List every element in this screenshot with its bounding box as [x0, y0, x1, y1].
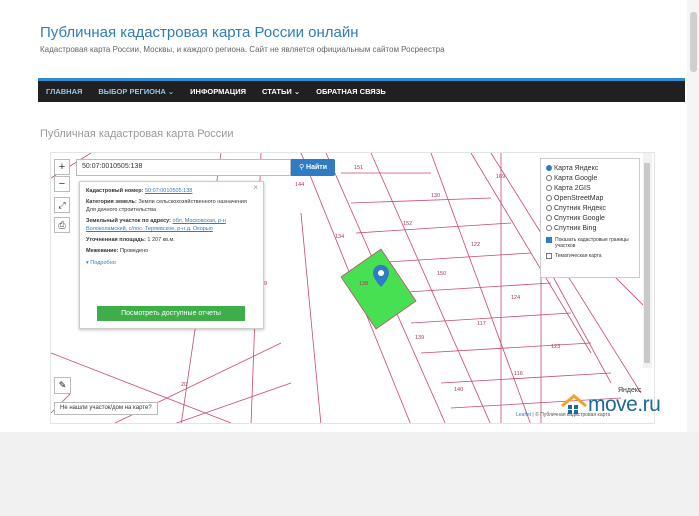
radio[interactable] [546, 195, 552, 201]
zoom-out-button[interactable]: − [54, 176, 70, 192]
nav-item-region[interactable]: ВЫБОР РЕГИОНА ⌄ [90, 81, 182, 102]
close-icon[interactable]: × [253, 184, 258, 192]
svg-text:123: 123 [551, 344, 560, 350]
checkbox-label: Показать кадастровые границы участков [555, 237, 629, 249]
layer-label: OpenStreetMap [554, 194, 604, 202]
layer-option[interactable]: OpenStreetMap [546, 193, 634, 203]
layer-label: Спутник Яндекс [554, 204, 606, 212]
not-found-button[interactable]: Не нашли участок/дом на карте? [54, 402, 158, 415]
cad-number-link[interactable]: 50:07:0010505:138 [145, 188, 192, 194]
svg-text:117: 117 [477, 321, 486, 327]
layer-option[interactable]: Спутник Google [546, 213, 634, 223]
layer-label: Карта Google [554, 174, 598, 182]
cadastral-search-input[interactable]: 50:07:0010505:138 [76, 159, 291, 176]
parcel-info-popup: × Кадастровый номер: 50:07:0010505:138 К… [79, 181, 264, 329]
radio[interactable] [546, 185, 552, 191]
svg-text:139: 139 [415, 335, 424, 341]
nav-item-feedback[interactable]: ОБРАТНАЯ СВЯЗЬ [308, 81, 394, 102]
layer-option[interactable]: Карта Google [546, 173, 634, 183]
svg-text:169: 169 [496, 174, 505, 180]
main-nav: ГЛАВНАЯ ВЫБОР РЕГИОНА ⌄ ИНФОРМАЦИЯ СТАТЬ… [38, 78, 685, 102]
svg-text:140: 140 [454, 387, 463, 393]
layer-label: Спутник Bing [554, 224, 597, 232]
checkbox-checked[interactable] [546, 237, 552, 243]
page: Публичная кадастровая карта России онлай… [0, 0, 699, 432]
svg-text:138: 138 [359, 281, 368, 287]
svg-text:130: 130 [431, 193, 440, 199]
checkbox-label: Тематическая карта [555, 253, 602, 259]
checkbox[interactable] [546, 253, 552, 259]
svg-text:122: 122 [471, 242, 480, 248]
cadastral-borders-toggle[interactable]: Показать кадастровые границы участков [546, 237, 634, 249]
cad-number-label: Кадастровый номер: [86, 188, 144, 194]
area-value: 1 207 кв.м. [147, 237, 175, 243]
watermark-text: move.ru [588, 393, 661, 416]
print-icon[interactable]: ⎙ [54, 217, 70, 233]
search-icon: ⚲ [298, 164, 307, 171]
svg-text:151: 151 [354, 165, 363, 171]
radio[interactable] [546, 205, 552, 211]
svg-text:116: 116 [514, 371, 523, 377]
site-description: Кадастровая карта России, Москвы, и кажд… [40, 45, 445, 54]
page-heading: Публичная кадастровая карта России [40, 128, 234, 140]
map-scrollbar-thumb[interactable] [644, 163, 650, 363]
radio[interactable] [546, 175, 552, 181]
radio-selected[interactable] [546, 165, 552, 171]
details-toggle[interactable]: ▾ Подробно [86, 259, 257, 267]
view-reports-button[interactable]: Посмотреть доступные отчеты [97, 306, 245, 321]
site-title[interactable]: Публичная кадастровая карта России онлай… [40, 24, 359, 41]
svg-text:124: 124 [511, 295, 520, 301]
search-button[interactable]: ⚲ Найти [291, 159, 335, 176]
svg-text:150: 150 [437, 271, 446, 277]
land-category-value: Земли сельскохозяйственного назначения [138, 199, 247, 205]
layer-switcher: Карта Яндекс Карта Google Карта 2GIS Ope… [540, 158, 640, 278]
layer-option[interactable]: Спутник Bing [546, 223, 634, 233]
nav-item-home[interactable]: ГЛАВНАЯ [38, 81, 90, 102]
scrollbar-thumb[interactable] [690, 12, 697, 72]
area-label: Уточненная площадь: [86, 237, 146, 243]
thematic-map-toggle[interactable]: Тематическая карта [546, 253, 634, 259]
layer-label: Спутник Google [554, 214, 605, 222]
svg-text:20: 20 [181, 382, 187, 388]
search-button-label: Найти [306, 164, 328, 171]
map-scrollbar[interactable] [643, 153, 652, 368]
house-icon [561, 394, 587, 414]
svg-text:152: 152 [403, 221, 412, 227]
pencil-icon[interactable]: ✎ [54, 377, 71, 394]
layer-label: Карта Яндекс [554, 164, 599, 172]
zoom-in-button[interactable]: + [54, 159, 70, 175]
radio[interactable] [546, 215, 552, 221]
layer-label: Карта 2GIS [554, 184, 591, 192]
nav-item-articles[interactable]: СТАТЬИ ⌄ [254, 81, 308, 102]
survey-value: Проведено [119, 248, 149, 254]
nav-item-info[interactable]: ИНФОРМАЦИЯ [182, 81, 254, 102]
leaflet-link[interactable]: Leaflet [516, 412, 531, 418]
fullscreen-icon[interactable]: ⤢ [54, 197, 70, 213]
svg-text:144: 144 [295, 182, 304, 188]
layer-option[interactable]: Спутник Яндекс [546, 203, 634, 213]
cadastral-map[interactable]: 151 144 130 169 152 134 122 168 150 124 … [50, 152, 655, 424]
radio[interactable] [546, 225, 552, 231]
watermark: move.ru [560, 393, 661, 417]
land-category-label: Категория земель: [86, 199, 137, 205]
address-label: Земельный участок по адресу: [86, 218, 171, 224]
page-scrollbar[interactable] [687, 0, 699, 432]
layer-option[interactable]: Карта 2GIS [546, 183, 634, 193]
survey-label: Межевание: [86, 248, 119, 254]
layer-option[interactable]: Карта Яндекс [546, 163, 634, 173]
svg-text:134: 134 [335, 234, 344, 240]
land-use-value: Для дачного строительства [86, 207, 157, 213]
